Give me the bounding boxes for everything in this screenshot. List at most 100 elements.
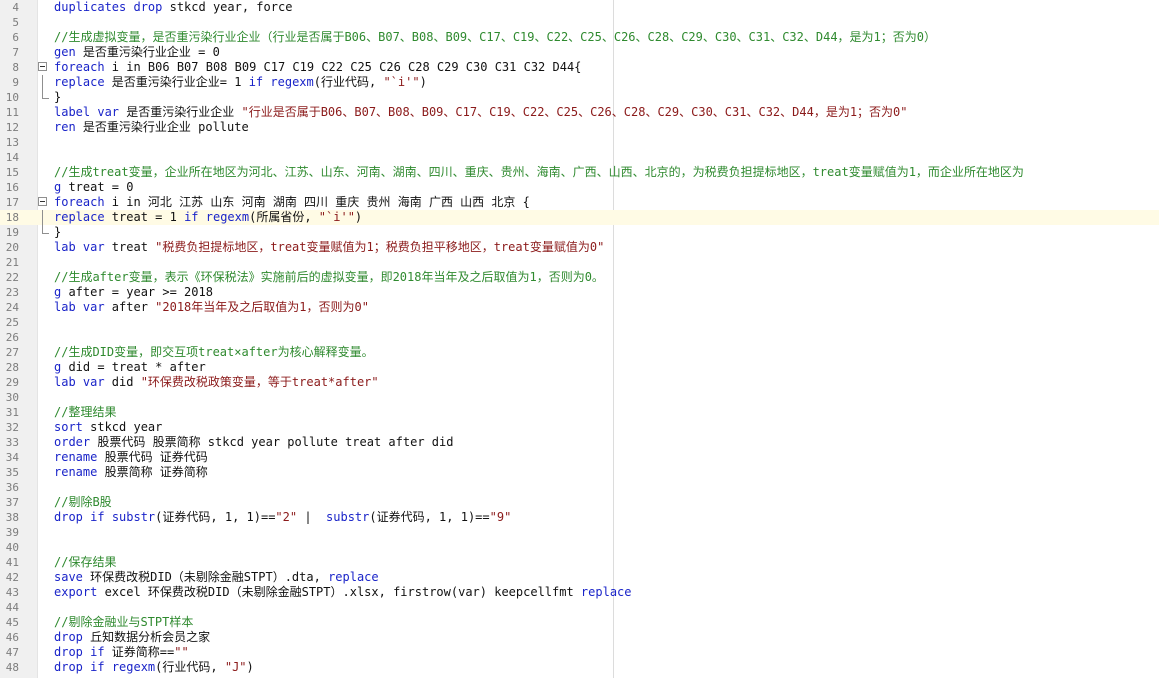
keyword-token: foreach — [54, 195, 105, 209]
code-line[interactable]: 24 lab var after "2018年当年及之后取值为1，否则为0" — [0, 300, 1159, 315]
code-line[interactable]: 21 — [0, 255, 1159, 270]
fold-end-marker — [42, 90, 49, 99]
code-line[interactable]: 41 //保存结果 — [0, 555, 1159, 570]
code-line[interactable]: 12 ren 是否重污染行业企业 pollute — [0, 120, 1159, 135]
code-text[interactable]: replace 是否重污染行业企业= 1 if regexm(行业代码, "`i… — [54, 75, 427, 90]
code-line[interactable]: 13 — [0, 135, 1159, 150]
code-line[interactable]: 46 drop 丘知数据分析会员之家 — [0, 630, 1159, 645]
code-text[interactable]: foreach i in B06 B07 B08 B09 C17 C19 C22… — [54, 60, 581, 75]
keyword-token: rename — [54, 450, 98, 464]
string-token: "税费负担提标地区，treat变量赋值为1；税费负担平移地区，treat变量赋值… — [155, 240, 605, 254]
code-text[interactable]: //生成DID变量，即交互项treat×after为核心解释变量。 — [54, 345, 374, 360]
code-lines[interactable]: 4 duplicates drop stkcd year, force 5 6 //生成… — [0, 0, 1159, 675]
code-line[interactable]: 38 drop if substr(证券代码, 1, 1)=="2" | subs… — [0, 510, 1159, 525]
line-number: 48 — [5, 661, 19, 674]
code-line[interactable]: 15 //生成treat变量，企业所在地区为河北、江苏、山东、河南、湖南、四川、重… — [0, 165, 1159, 180]
line-number: 25 — [5, 316, 19, 329]
code-editor[interactable]: 4 duplicates drop stkcd year, force 5 6 //生成… — [0, 0, 1159, 678]
code-line[interactable]: 7 gen 是否重污染行业企业 = 0 — [0, 45, 1159, 60]
code-text[interactable]: //生成虚拟变量，是否重污染行业企业（行业是否属于B06、B07、B08、B09… — [54, 30, 936, 45]
code-text[interactable]: export excel 环保费改税DID（未剔除金融STPT）.xlsx, f… — [54, 585, 632, 600]
code-line[interactable]: 44 — [0, 600, 1159, 615]
keyword-token: regexm — [111, 660, 156, 674]
code-line[interactable]: 16 g treat = 0 — [0, 180, 1159, 195]
code-line[interactable]: 19} — [0, 225, 1159, 240]
fold-toggle-icon[interactable] — [38, 197, 47, 206]
code-line[interactable]: 35 rename 股票简称 证券简称 — [0, 465, 1159, 480]
code-text[interactable]: drop if regexm(行业代码, "J") — [54, 660, 254, 675]
code-text[interactable]: lab var after "2018年当年及之后取值为1，否则为0" — [54, 300, 369, 315]
code-line[interactable]: 36 — [0, 480, 1159, 495]
code-line[interactable]: 32 sort stkcd year — [0, 420, 1159, 435]
code-text[interactable]: drop if 证券简称=="" — [54, 645, 189, 660]
code-line[interactable]: 14 — [0, 150, 1159, 165]
code-line[interactable]: 28 g did = treat * after — [0, 360, 1159, 375]
string-token: "`i'" — [383, 75, 420, 89]
code-line[interactable]: 42 save 环保费改税DID（未剔除金融STPT）.dta, replace — [0, 570, 1159, 585]
code-text[interactable]: rename 股票代码 证券代码 — [54, 450, 208, 465]
code-text[interactable]: save 环保费改税DID（未剔除金融STPT）.dta, replace — [54, 570, 379, 585]
code-line[interactable]: 34 rename 股票代码 证券代码 — [0, 450, 1159, 465]
code-text[interactable]: g did = treat * after — [54, 360, 206, 375]
code-text[interactable]: lab var did "环保费改税政策变量，等于treat*after" — [54, 375, 379, 390]
code-text[interactable]: lab var treat "税费负担提标地区，treat变量赋值为1；税费负担… — [54, 240, 604, 255]
code-text[interactable]: label var 是否重污染行业企业 "行业是否属于B06、B07、B08、B… — [54, 105, 908, 120]
keyword-token: drop if — [54, 510, 105, 524]
text-token: (证券代码, 1, 1)== — [155, 510, 276, 524]
code-text[interactable]: //剔除金融业与STPT样本 — [54, 615, 193, 630]
keyword-token: if — [248, 75, 264, 89]
code-line[interactable]: 31 //整理结果 — [0, 405, 1159, 420]
line-number: 5 — [12, 16, 19, 29]
code-text[interactable]: replace treat = 1 if regexm(所属省份, "`i'") — [54, 210, 362, 225]
code-text[interactable]: //剔除B股 — [54, 495, 112, 510]
code-line[interactable]: 17 foreach i in 河北 江苏 山东 河南 湖南 四川 重庆 贵州 海… — [0, 195, 1159, 210]
code-text[interactable]: drop 丘知数据分析会员之家 — [54, 630, 210, 645]
code-text[interactable]: //生成treat变量，企业所在地区为河北、江苏、山东、河南、湖南、四川、重庆、… — [54, 165, 1024, 180]
code-line[interactable]: 29 lab var did "环保费改税政策变量，等于treat*after" — [0, 375, 1159, 390]
code-text[interactable]: drop if substr(证券代码, 1, 1)=="2" | substr… — [54, 510, 511, 525]
code-line[interactable]: 39 — [0, 525, 1159, 540]
code-text[interactable]: duplicates drop stkcd year, force — [54, 0, 292, 15]
code-text[interactable]: //保存结果 — [54, 555, 116, 570]
code-text[interactable]: sort stkcd year — [54, 420, 162, 435]
code-text[interactable]: gen 是否重污染行业企业 = 0 — [54, 45, 220, 60]
code-line[interactable]: 26 — [0, 330, 1159, 345]
code-line[interactable]: 6 //生成虚拟变量，是否重污染行业企业（行业是否属于B06、B07、B08、B0… — [0, 30, 1159, 45]
code-line[interactable]: 25 — [0, 315, 1159, 330]
code-line[interactable]: 48 drop if regexm(行业代码, "J") — [0, 660, 1159, 675]
code-line[interactable]: 47 drop if 证券简称=="" — [0, 645, 1159, 660]
code-line[interactable]: 4 duplicates drop stkcd year, force — [0, 0, 1159, 15]
code-text[interactable]: rename 股票简称 证券简称 — [54, 465, 208, 480]
code-text[interactable]: //整理结果 — [54, 405, 116, 420]
code-line[interactable]: 8 foreach i in B06 B07 B08 B09 C17 C19 C2… — [0, 60, 1159, 75]
code-line[interactable]: 30 — [0, 390, 1159, 405]
code-line[interactable]: 43 export excel 环保费改税DID（未剔除金融STPT）.xlsx,… — [0, 585, 1159, 600]
code-line[interactable]: 11 label var 是否重污染行业企业 "行业是否属于B06、B07、B08… — [0, 105, 1159, 120]
code-line[interactable]: 10} — [0, 90, 1159, 105]
code-line[interactable]: 27 //生成DID变量，即交互项treat×after为核心解释变量。 — [0, 345, 1159, 360]
code-line[interactable]: 18 replace treat = 1 if regexm(所属省份, "`i'… — [0, 210, 1159, 225]
code-text[interactable]: g after = year >= 2018 — [54, 285, 213, 300]
code-line[interactable]: 22 //生成after变量，表示《环保税法》实施前后的虚拟变量，即2018年当年… — [0, 270, 1159, 285]
line-number: 34 — [5, 451, 19, 464]
code-line[interactable]: 9 replace 是否重污染行业企业= 1 if regexm(行业代码, "`… — [0, 75, 1159, 90]
code-text[interactable]: ren 是否重污染行业企业 pollute — [54, 120, 249, 135]
code-line[interactable]: 23 g after = year >= 2018 — [0, 285, 1159, 300]
code-line[interactable]: 20 lab var treat "税费负担提标地区，treat变量赋值为1；税费… — [0, 240, 1159, 255]
code-text[interactable]: //生成after变量，表示《环保税法》实施前后的虚拟变量，即2018年当年及之… — [54, 270, 604, 285]
line-number: 12 — [5, 121, 19, 134]
code-line[interactable]: 45 //剔除金融业与STPT样本 — [0, 615, 1159, 630]
keyword-token: gen — [54, 45, 76, 59]
fold-toggle-icon[interactable] — [38, 62, 47, 71]
comment-token: //保存结果 — [54, 555, 117, 569]
code-line[interactable]: 40 — [0, 540, 1159, 555]
string-token: "2" — [275, 510, 298, 524]
code-text[interactable]: } — [54, 90, 61, 105]
code-text[interactable]: g treat = 0 — [54, 180, 133, 195]
code-line[interactable]: 33 order 股票代码 股票简称 stkcd year pollute tre… — [0, 435, 1159, 450]
code-text[interactable]: } — [54, 225, 61, 240]
code-text[interactable]: foreach i in 河北 江苏 山东 河南 湖南 四川 重庆 贵州 海南 … — [54, 195, 530, 210]
code-text[interactable]: order 股票代码 股票简称 stkcd year pollute treat… — [54, 435, 453, 450]
code-line[interactable]: 5 — [0, 15, 1159, 30]
code-line[interactable]: 37 //剔除B股 — [0, 495, 1159, 510]
